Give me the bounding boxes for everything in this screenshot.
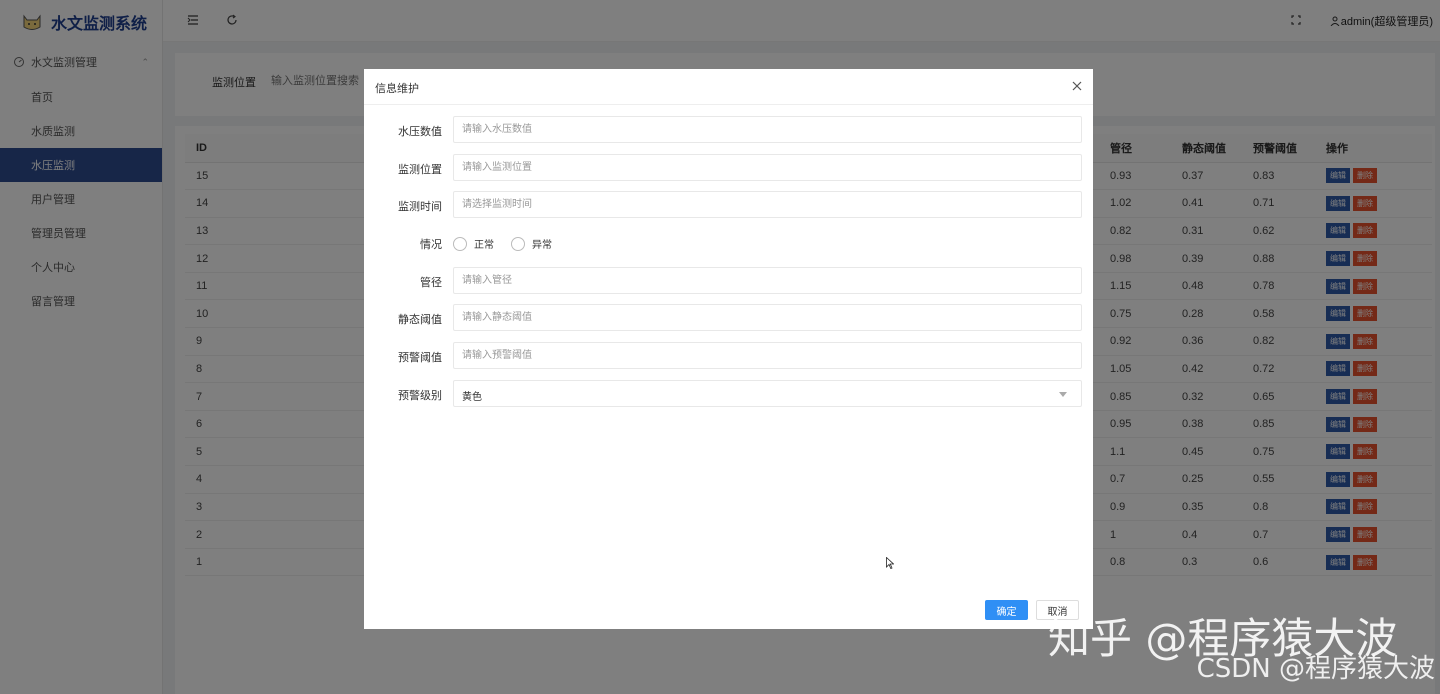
form-row-pipe: 管径 [364, 267, 1093, 295]
warn-threshold-input[interactable] [453, 342, 1082, 369]
confirm-button[interactable]: 确定 [985, 600, 1028, 620]
form-row-location: 监测位置 [364, 154, 1093, 182]
mouse-cursor-icon [886, 557, 894, 569]
radio-circle-icon [453, 236, 467, 251]
form-row-level: 预警级别 黄色 [364, 380, 1093, 408]
static-label: 静态阈值 [398, 314, 442, 326]
caret-down-icon [1059, 392, 1067, 397]
level-select[interactable]: 黄色 [453, 380, 1082, 407]
static-threshold-input[interactable] [453, 304, 1082, 331]
pressure-label: 水压数值 [398, 126, 442, 138]
level-label: 预警级别 [398, 390, 442, 402]
form-row-status: 情况 正常 异常 [364, 229, 1093, 257]
watermark-csdn: CSDN @程序猿大波 [1196, 654, 1435, 684]
time-picker-input[interactable] [453, 191, 1082, 218]
radio-circle-icon [511, 236, 525, 251]
pressure-input[interactable] [453, 116, 1082, 143]
radio-abnormal[interactable]: 异常 [511, 236, 552, 251]
time-label: 监测时间 [398, 201, 442, 213]
pipe-input[interactable] [453, 267, 1082, 294]
radio-normal-label: 正常 [474, 240, 494, 251]
dialog-divider [364, 104, 1093, 105]
form-row-time: 监测时间 [364, 191, 1093, 219]
warn-label: 预警阈值 [398, 352, 442, 364]
pipe-label: 管径 [420, 277, 442, 289]
location-input[interactable] [453, 154, 1082, 181]
radio-abnormal-label: 异常 [532, 240, 552, 251]
close-icon[interactable] [1070, 79, 1084, 93]
form-row-warn: 预警阈值 [364, 342, 1093, 370]
form-row-pressure: 水压数值 [364, 116, 1093, 144]
level-select-value: 黄色 [462, 392, 482, 403]
radio-normal[interactable]: 正常 [453, 236, 494, 251]
info-dialog: 信息维护 水压数值 监测位置 监测时间 情况 正常 异常 管径 静态阈值 预警阈… [364, 69, 1093, 629]
status-label: 情况 [420, 239, 442, 251]
dialog-title: 信息维护 [375, 83, 419, 95]
form-row-static: 静态阈值 [364, 304, 1093, 332]
location-label: 监测位置 [398, 164, 442, 176]
